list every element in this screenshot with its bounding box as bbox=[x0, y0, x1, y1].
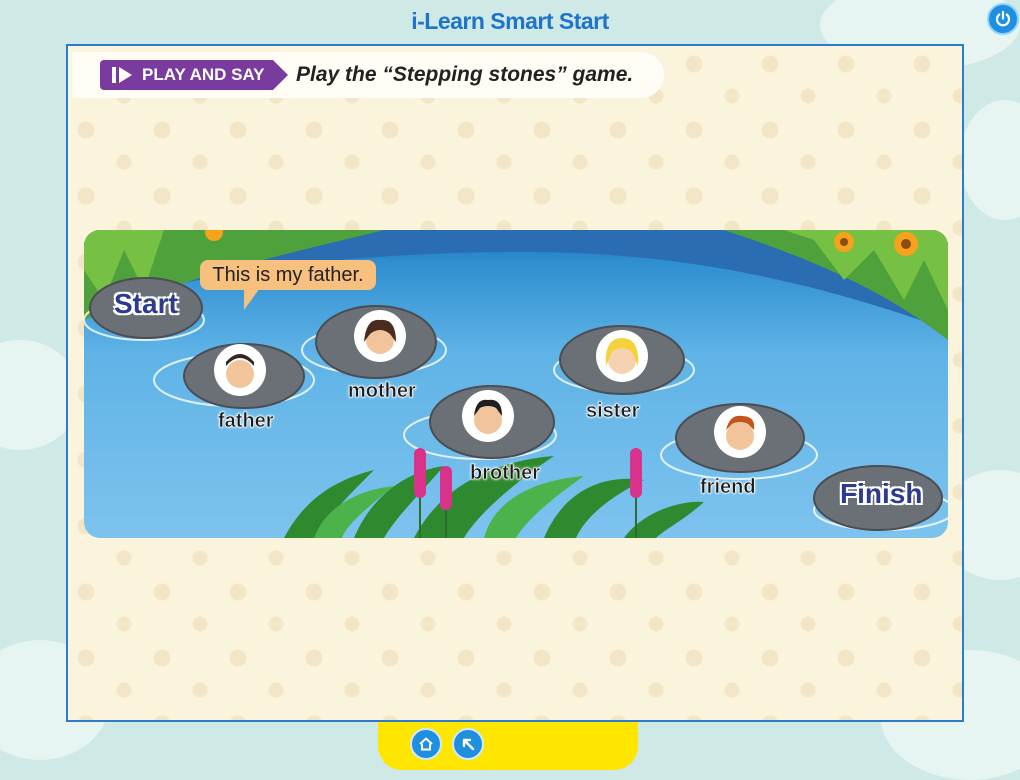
home-button[interactable] bbox=[410, 728, 442, 760]
stone-sister[interactable]: sister bbox=[586, 400, 640, 423]
instruction-bar: PLAY AND SAY Play the “Stepping stones” … bbox=[72, 52, 664, 98]
lesson-page: PLAY AND SAY Play the “Stepping stones” … bbox=[66, 44, 964, 722]
play-and-say-tag: PLAY AND SAY bbox=[100, 60, 288, 90]
stone-mother[interactable]: mother bbox=[348, 380, 416, 403]
instruction-text: Play the “Stepping stones” game. bbox=[296, 63, 634, 86]
play-icon bbox=[119, 67, 132, 83]
play-and-say-label: PLAY AND SAY bbox=[142, 65, 265, 84]
stone-father[interactable]: father bbox=[218, 410, 274, 433]
power-icon bbox=[995, 10, 1011, 27]
stepping-stones-scene: This is my father. Start Finish father m… bbox=[84, 230, 948, 538]
play-icon-bar bbox=[112, 67, 116, 83]
back-button[interactable] bbox=[452, 728, 484, 760]
start-stone-label[interactable]: Start bbox=[114, 288, 178, 320]
home-icon bbox=[419, 737, 433, 751]
background-cloud bbox=[960, 100, 1020, 220]
stone-friend[interactable]: friend bbox=[700, 476, 756, 499]
finish-stone-label[interactable]: Finish bbox=[840, 478, 922, 510]
back-arrow-icon bbox=[462, 738, 475, 751]
stone-brother[interactable]: brother bbox=[470, 462, 541, 485]
app-title: i-Learn Smart Start bbox=[411, 8, 609, 34]
speech-bubble: This is my father. bbox=[200, 260, 376, 310]
power-button[interactable] bbox=[987, 3, 1019, 35]
